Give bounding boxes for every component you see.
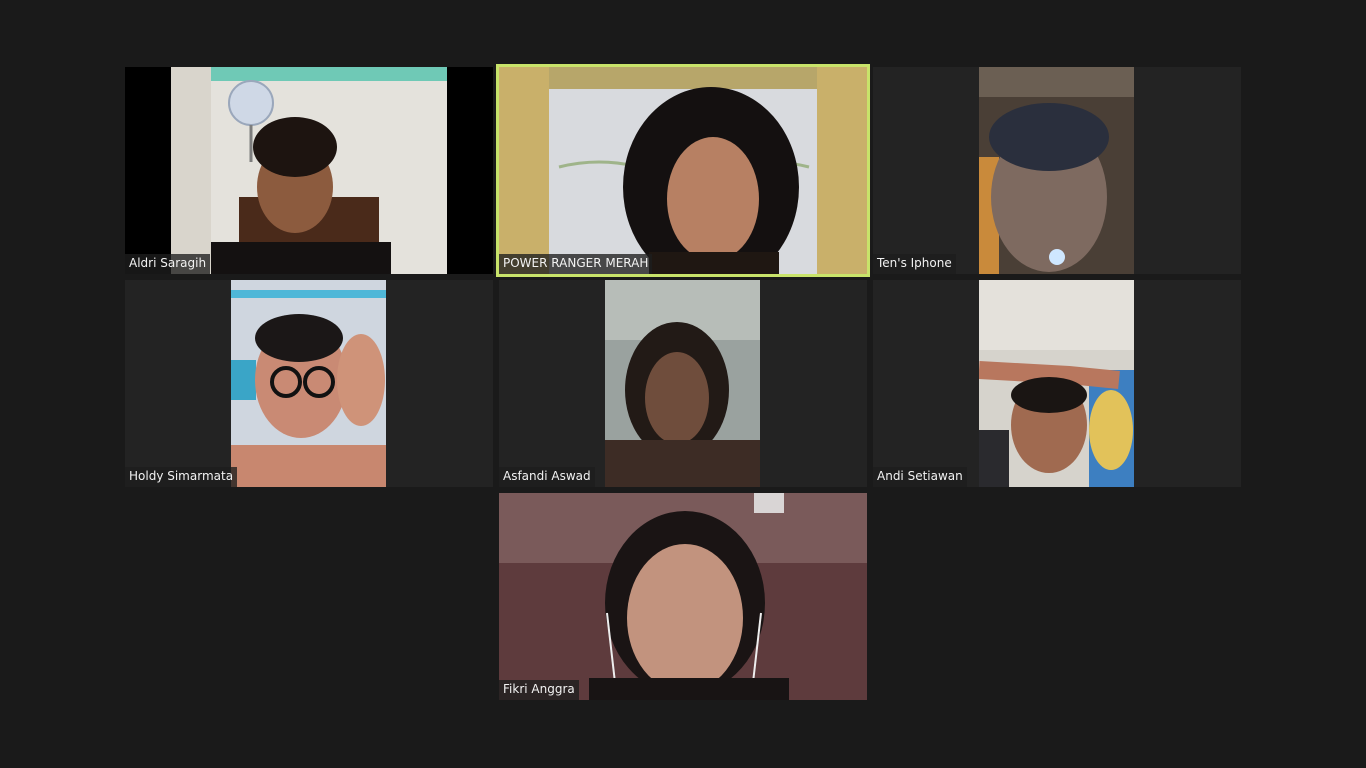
participant-tile-aldri-saragih[interactable]: Aldri Saragih	[125, 67, 493, 274]
video-gallery: Aldri Saragih POWER RANGER MERAH Ten's I…	[0, 0, 1366, 768]
participant-name-label: Asfandi Aswad	[499, 467, 595, 487]
participant-name-label: Andi Setiawan	[873, 467, 967, 487]
participant-video	[979, 67, 1134, 274]
participant-video	[605, 280, 760, 487]
participant-tile-holdy-simarmata[interactable]: Holdy Simarmata	[125, 280, 493, 487]
participant-name-label: POWER RANGER MERAH	[499, 254, 653, 274]
participant-tile-asfandi-aswad[interactable]: Asfandi Aswad	[499, 280, 867, 487]
participant-video	[499, 493, 867, 700]
participant-name-label: Fikri Anggra	[499, 680, 579, 700]
participant-video	[231, 280, 386, 487]
participant-tile-andi-setiawan[interactable]: Andi Setiawan	[873, 280, 1241, 487]
participant-tile-tens-iphone[interactable]: Ten's Iphone	[873, 67, 1241, 274]
participant-name-label: Ten's Iphone	[873, 254, 956, 274]
participant-video	[979, 280, 1134, 487]
participant-video	[171, 67, 447, 274]
participant-tile-fikri-anggra[interactable]: Fikri Anggra	[499, 493, 867, 700]
participant-video	[499, 67, 867, 274]
participant-name-label: Holdy Simarmata	[125, 467, 238, 487]
participant-name-label: Aldri Saragih	[125, 254, 211, 274]
participant-tile-power-ranger-merah[interactable]: POWER RANGER MERAH	[496, 64, 870, 277]
